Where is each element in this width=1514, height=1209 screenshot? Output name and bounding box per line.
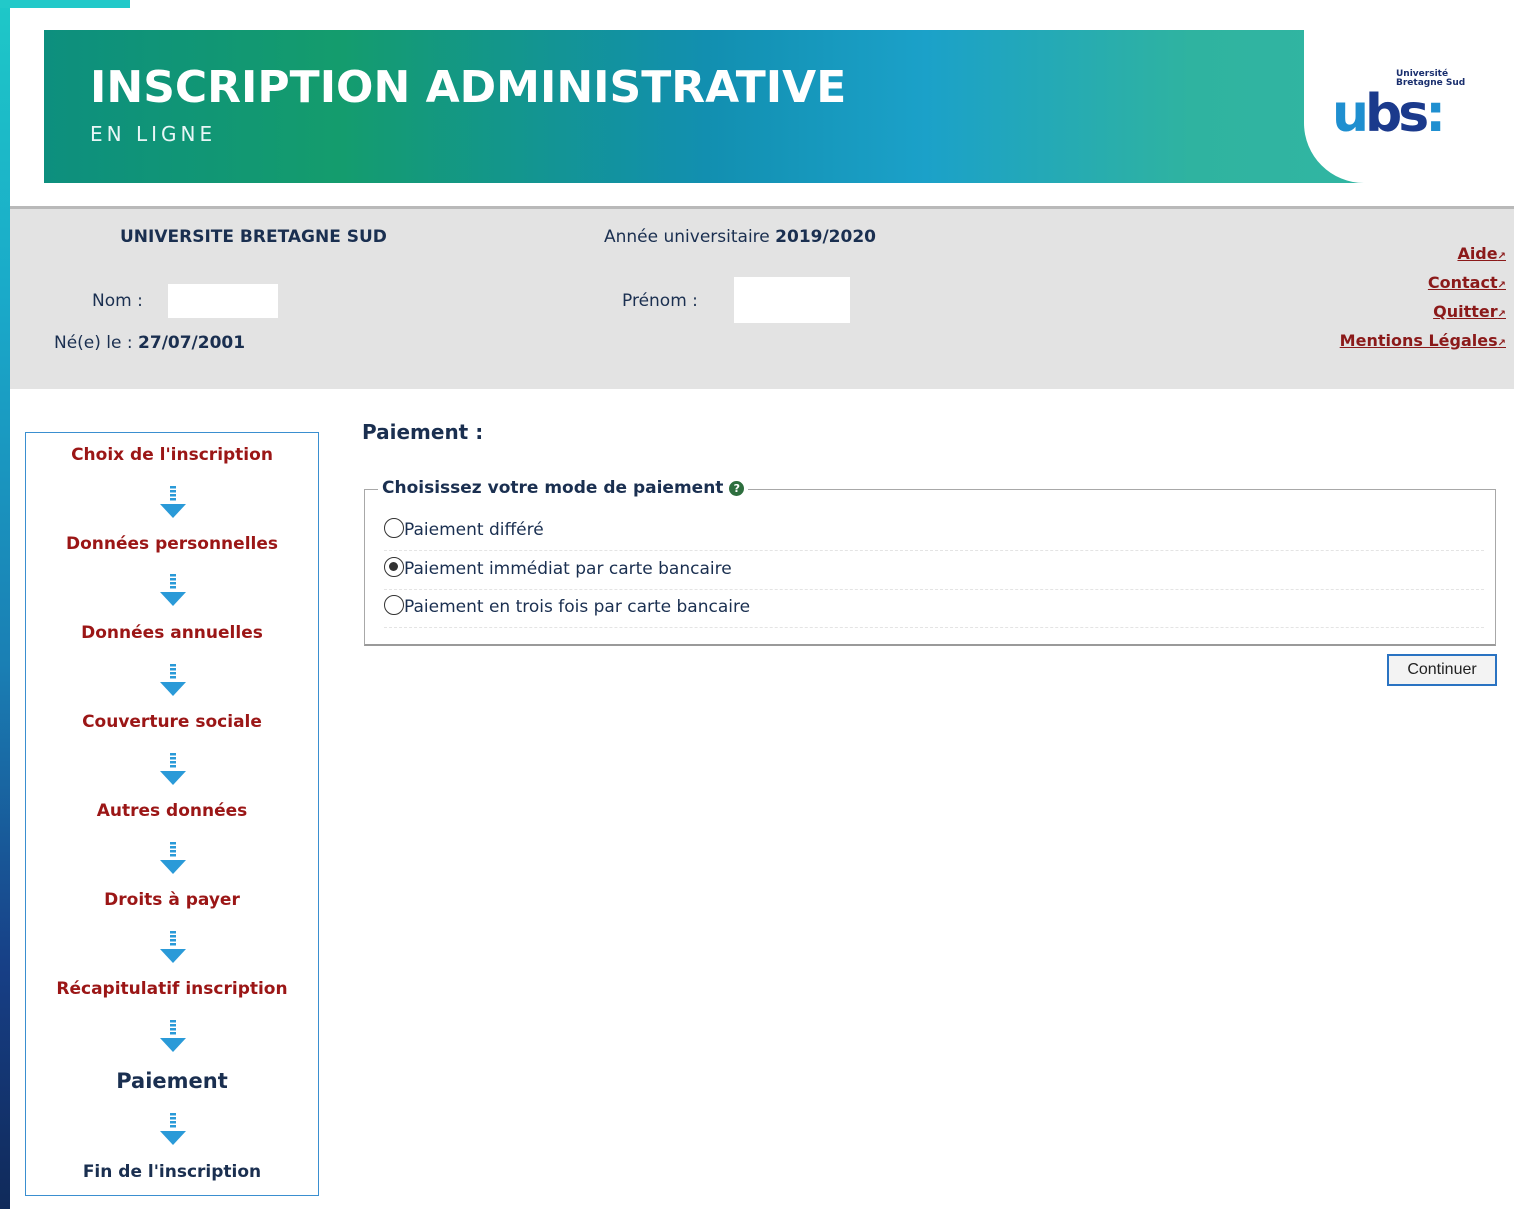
- step-donnees-personnelles: Données personnelles: [65, 534, 278, 554]
- banner-subtitle: EN LIGNE: [90, 122, 217, 146]
- nom-field: [168, 284, 278, 318]
- step-recapitulatif-inscription: Récapitulatif inscription: [56, 979, 288, 999]
- arrow-down-icon: [160, 664, 186, 696]
- student-info-band: UNIVERSITE BRETAGNE SUD Année universita…: [10, 206, 1514, 389]
- external-link-icon: ↗: [1497, 251, 1506, 262]
- academic-year: Année universitaire 2019/2020: [604, 227, 876, 247]
- arrow-down-icon: [160, 931, 186, 963]
- year-value: 2019/2020: [775, 227, 876, 247]
- external-link-icon: ↗: [1497, 309, 1506, 320]
- step-autres-donnees: Autres données: [96, 801, 248, 821]
- radio-button-selected[interactable]: [384, 557, 404, 577]
- continue-button[interactable]: Continuer: [1387, 654, 1497, 686]
- link-mentions-legales[interactable]: Mentions Légales↗: [1340, 328, 1506, 357]
- external-link-icon: ↗: [1497, 338, 1506, 349]
- arrow-down-icon: [160, 842, 186, 874]
- dob-label: Né(e) le :: [54, 333, 133, 353]
- prenom-field: [734, 277, 850, 323]
- year-label: Année universitaire: [604, 227, 770, 247]
- arrow-down-icon: [160, 574, 186, 606]
- link-quitter[interactable]: Quitter↗: [1340, 299, 1506, 328]
- header-links: Aide↗ Contact↗ Quitter↗ Mentions Légales…: [1340, 241, 1506, 357]
- page-title: Paiement :: [362, 420, 484, 444]
- nom-label: Nom :: [92, 291, 143, 311]
- help-icon[interactable]: ?: [729, 481, 745, 496]
- radio-dot: [389, 562, 398, 571]
- dob-value: 27/07/2001: [138, 333, 246, 353]
- option-paiement-trois-fois[interactable]: Paiement en trois fois par carte bancair…: [384, 589, 1484, 628]
- university-logo: Université Bretagne Sud ubs:: [1304, 30, 1514, 183]
- step-droits-a-payer: Droits à payer: [104, 890, 240, 910]
- banner-title: INSCRIPTION ADMINISTRATIVE: [90, 62, 847, 113]
- arrow-down-icon: [160, 486, 186, 518]
- step-couverture-sociale: Couverture sociale: [82, 712, 262, 732]
- legend-text: Choisissez votre mode de paiement: [382, 478, 724, 498]
- arrow-down-icon: [160, 1020, 186, 1052]
- radio-button[interactable]: [384, 518, 404, 538]
- payment-mode-legend: Choisissez votre mode de paiement ?: [378, 478, 749, 498]
- option-label: Paiement différé: [404, 520, 544, 540]
- step-paiement: Paiement: [116, 1069, 228, 1093]
- link-contact[interactable]: Contact↗: [1340, 270, 1506, 299]
- option-paiement-differe[interactable]: Paiement différé: [384, 512, 1484, 551]
- prenom-label: Prénom :: [622, 291, 698, 311]
- progress-steps: Choix de l'inscription Données personnel…: [25, 432, 319, 1196]
- dob-row: Né(e) le : 27/07/2001: [54, 333, 245, 353]
- radio-button[interactable]: [384, 595, 404, 615]
- option-label: Paiement immédiat par carte bancaire: [404, 559, 732, 579]
- step-choix-inscription: Choix de l'inscription: [71, 445, 273, 465]
- arrow-down-icon: [160, 1113, 186, 1145]
- header-banner: INSCRIPTION ADMINISTRATIVE EN LIGNE Univ…: [44, 30, 1514, 183]
- step-donnees-annuelles: Données annuelles: [81, 623, 263, 643]
- step-fin-inscription: Fin de l'inscription: [82, 1162, 262, 1182]
- left-decorative-strip: [0, 0, 10, 1209]
- top-decorative-strip: [0, 0, 130, 8]
- option-label: Paiement en trois fois par carte bancair…: [404, 597, 751, 617]
- logo-mark: ubs:: [1332, 84, 1446, 144]
- arrow-down-icon: [160, 753, 186, 785]
- external-link-icon: ↗: [1497, 280, 1506, 291]
- university-name: UNIVERSITE BRETAGNE SUD: [120, 227, 387, 247]
- option-paiement-immediat[interactable]: Paiement immédiat par carte bancaire: [384, 551, 1484, 590]
- link-aide[interactable]: Aide↗: [1340, 241, 1506, 270]
